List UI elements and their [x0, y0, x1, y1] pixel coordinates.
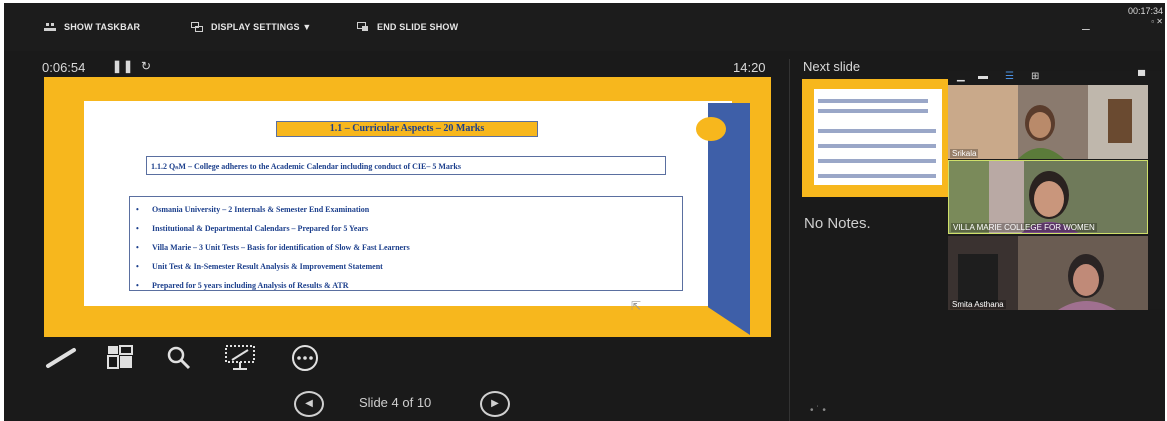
taskbar-icon [44, 23, 56, 31]
slide-bullet-text: Prepared for 5 years including Analysis … [152, 281, 349, 290]
more-icon[interactable]: • ˙ • [810, 405, 826, 416]
more-options-icon[interactable] [288, 344, 322, 372]
participant-name: Srikala [950, 149, 979, 158]
show-taskbar-button[interactable]: SHOW TASKBAR [44, 22, 140, 32]
notes-text: No Notes. [804, 215, 871, 232]
participant-video-active[interactable]: VILLA MARIE COLLEGE FOR WOMEN [948, 160, 1148, 234]
show-taskbar-label: SHOW TASKBAR [64, 22, 141, 32]
gallery-view-icon[interactable]: ⊞ [1031, 71, 1039, 82]
previous-slide-button[interactable]: ◀ [294, 391, 324, 417]
next-slide-line [818, 174, 936, 178]
slide-bullet: • Unit Test & In-Semester Result Analysis… [136, 262, 383, 271]
end-slide-show-label: END SLIDE SHOW [377, 22, 459, 32]
participant-video[interactable]: Smita Asthana [948, 236, 1148, 310]
current-time: 14:20 [733, 60, 766, 75]
participant-name: Smita Asthana [950, 300, 1006, 309]
restart-icon[interactable]: ↻ [141, 59, 151, 73]
participant-name: VILLA MARIE COLLEGE FOR WOMEN [951, 223, 1097, 232]
minimize-button[interactable]: – [1082, 20, 1090, 36]
slide-bullet: • Villa Marie – 3 Unit Tests – Basis for … [136, 243, 410, 252]
end-slide-show-button[interactable]: END SLIDE SHOW [357, 22, 458, 32]
pen-tool-icon[interactable] [44, 344, 80, 370]
participant-video-feed [948, 236, 1148, 310]
display-settings-icon [191, 22, 203, 32]
presenter-view: SHOW TASKBAR DISPLAY SETTINGS ▼ END SLID… [4, 3, 1165, 421]
elapsed-timer: 0:06:54 [42, 60, 86, 75]
next-slide-label: Next slide [803, 59, 861, 74]
display-settings-button[interactable]: DISPLAY SETTINGS ▼ [191, 22, 312, 32]
participant-video-feed [948, 85, 1148, 159]
display-settings-label: DISPLAY SETTINGS ▼ [211, 22, 312, 32]
next-slide-button[interactable]: ▶ [480, 391, 510, 417]
next-slide-content [814, 89, 942, 185]
slide-bullet-list: • Osmania University – 2 Internals & Seme… [129, 196, 683, 291]
system-clock: 00:17:34 ▫ ✕ [1111, 6, 1163, 27]
speaker-view-icon[interactable]: ▬ [978, 71, 988, 82]
pane-divider[interactable] [789, 59, 790, 421]
next-slide-line [818, 159, 936, 163]
slide-bullet: • Osmania University – 2 Internals & Seme… [136, 205, 370, 214]
next-slide-preview[interactable] [802, 79, 954, 197]
slide-bullet-text: Villa Marie – 3 Unit Tests – Basis for i… [152, 243, 410, 252]
mouse-cursor-icon: ⇱ [631, 299, 642, 313]
slide-title: 1.1 – Curricular Aspects – 20 Marks [276, 121, 538, 137]
slide-bullet-text: Institutional & Departmental Calendars –… [152, 224, 369, 233]
chevron-right-icon: ▶ [491, 398, 499, 409]
chevron-left-icon: ◀ [305, 398, 313, 409]
slide-bullet-text: Unit Test & In-Semester Result Analysis … [152, 262, 383, 271]
see-all-slides-icon[interactable] [104, 344, 138, 370]
black-screen-icon[interactable] [224, 344, 258, 372]
slide-bullet-text: Osmania University – 2 Internals & Semes… [152, 205, 370, 214]
slide-counter: Slide 4 of 10 [359, 395, 432, 410]
expand-panel-icon[interactable]: ▀ [1138, 71, 1145, 82]
next-slide-line [818, 144, 936, 148]
pause-icon[interactable]: ❚❚ [112, 59, 134, 73]
slide-subtitle: 1.1.2 QₙM – College adheres to the Acade… [146, 156, 666, 175]
current-slide: 1.1 – Curricular Aspects – 20 Marks 1.1.… [44, 77, 771, 337]
slide-bullet: • Prepared for 5 years including Analysis… [136, 281, 349, 290]
minimize-panel-icon[interactable]: ▁ [957, 71, 965, 82]
presenter-toolbar: SHOW TASKBAR DISPLAY SETTINGS ▼ END SLID… [4, 3, 1165, 51]
participant-video[interactable]: Srikala [948, 85, 1148, 159]
next-slide-line [818, 129, 936, 133]
video-call-panel: ▁ ▬ ☰ ⊞ ▀ Srikala VILLA MARIE COLLEGE FO… [948, 71, 1165, 310]
slide-circle-decoration [696, 117, 726, 141]
strip-view-icon[interactable]: ☰ [1005, 71, 1014, 82]
next-slide-line [818, 109, 928, 113]
next-slide-line [818, 99, 928, 103]
zoom-icon[interactable] [164, 344, 194, 370]
video-panel-toolbar: ▁ ▬ ☰ ⊞ ▀ [948, 71, 1165, 85]
end-show-icon [357, 22, 368, 31]
slide-bullet: • Institutional & Departmental Calendars … [136, 224, 369, 233]
window-controls-icon[interactable]: ▫ ✕ [1111, 17, 1163, 26]
system-clock-time: 00:17:34 [1127, 6, 1163, 16]
